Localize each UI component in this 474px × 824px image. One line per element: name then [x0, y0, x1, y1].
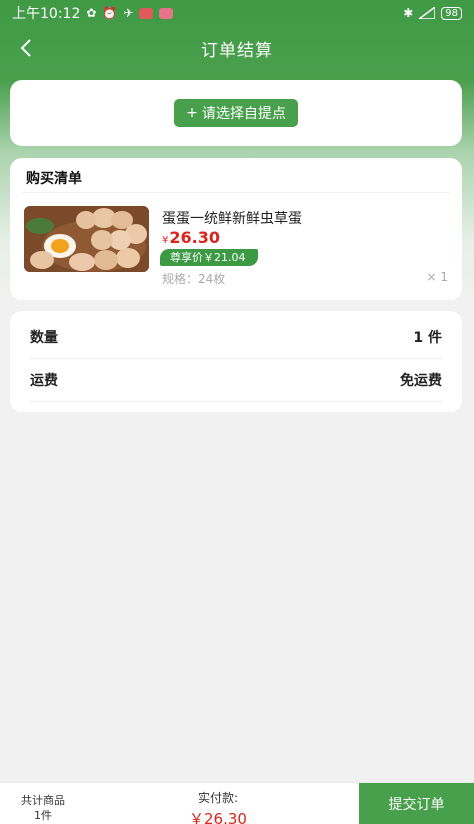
select-pickup-point-button[interactable]: + 请选择自提点: [174, 99, 298, 127]
submit-order-button[interactable]: 提交订单: [359, 783, 474, 824]
app-badge-icon-2: [159, 7, 174, 19]
vip-price-badge: 尊享价￥21.04: [160, 249, 258, 266]
bottom-checkout-bar: 共计商品 1件 实付款: ￥26.30 提交订单: [0, 782, 474, 824]
price-symbol: ¥: [162, 235, 169, 246]
summary-label: 运费: [30, 373, 58, 389]
app-badge-icon: [139, 7, 154, 19]
summary-value: 1 件: [413, 330, 442, 346]
back-button[interactable]: [12, 34, 40, 62]
purchase-list-title: 购买清单: [26, 171, 82, 187]
purchase-list-card: 购买清单 蛋蛋一统鲜新鲜虫草蛋 ¥ 26.30 尊享价￥21.04 规格：24枚…: [10, 158, 462, 300]
summary-value: 免运费: [400, 373, 442, 389]
product-name: 蛋蛋一统鲜新鲜虫草蛋: [162, 211, 302, 227]
price-value: 26.30: [169, 228, 220, 247]
page-title: 订单结算: [201, 40, 273, 61]
signal-icon: [419, 7, 436, 19]
plus-icon: +: [186, 105, 198, 121]
divider: [22, 192, 450, 193]
product-spec: 规格：24枚: [162, 272, 226, 286]
status-left: 上午10:12 ✿ ⏰ ✈: [12, 3, 174, 23]
alarm-icon: ⏰: [102, 6, 118, 20]
product-image[interactable]: [24, 206, 149, 272]
total-items-count: 1件: [34, 809, 52, 822]
status-right: ✱ 98: [403, 6, 462, 20]
pay-label: 实付款:: [197, 791, 239, 805]
bluetooth-icon: ✱: [403, 6, 414, 20]
total-items: 共计商品 1件: [14, 793, 72, 823]
app-notification-icon: ✈: [123, 6, 134, 20]
order-summary-card: 数量 1 件 运费 免运费: [10, 311, 462, 412]
status-bar: 上午10:12 ✿ ⏰ ✈ ✱ 98: [0, 0, 474, 26]
total-items-label: 共计商品: [21, 794, 65, 807]
battery-icon: 98: [441, 6, 462, 20]
chevron-left-icon: [20, 39, 31, 57]
status-time: 上午10:12: [12, 6, 81, 22]
eggs-image-icon: [24, 206, 149, 272]
summary-row-shipping: 运费 免运费: [30, 359, 442, 402]
product-price: ¥ 26.30: [162, 228, 220, 247]
product-quantity: × 1: [426, 270, 448, 284]
summary-row-quantity: 数量 1 件: [30, 316, 442, 359]
summary-label: 数量: [30, 330, 58, 346]
notification-icon: ✿: [86, 6, 97, 20]
select-pickup-point-label: 请选择自提点: [201, 106, 286, 122]
nav-bar: 订单结算: [0, 28, 474, 68]
pay-amount: ￥26.30: [189, 810, 247, 824]
pickup-card: + 请选择自提点: [10, 80, 462, 146]
payment-total: 实付款: ￥26.30: [178, 789, 258, 824]
